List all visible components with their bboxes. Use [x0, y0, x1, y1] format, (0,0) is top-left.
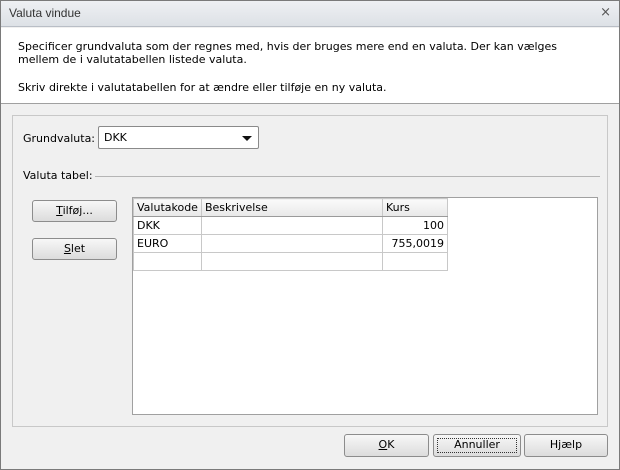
title-bar[interactable]: Valuta vindue ×: [1, 1, 619, 27]
currency-dialog: Valuta vindue × Specificer grundvaluta s…: [0, 0, 620, 470]
cell-code[interactable]: DKK: [133, 216, 202, 235]
content-panel: Grundvaluta: DKK Valuta tabel: Tilføj...…: [12, 115, 608, 427]
table-row[interactable]: EURO 755,0019: [133, 234, 448, 253]
info-text-line-2: mellem de i valutatabellen listede valut…: [18, 53, 247, 66]
cell-rate[interactable]: 755,0019: [381, 234, 448, 253]
cell-description[interactable]: [200, 216, 383, 235]
cell-code[interactable]: [133, 252, 202, 271]
info-panel: Specificer grundvaluta som der regnes me…: [1, 28, 619, 104]
base-currency-select[interactable]: DKK: [98, 126, 259, 149]
table-row[interactable]: DKK 100: [133, 216, 448, 235]
cell-description[interactable]: [200, 252, 383, 271]
base-currency-value: DKK: [104, 131, 127, 144]
help-button[interactable]: Hjælp: [524, 434, 608, 457]
grid-header-row: Valutakode Beskrivelse Kurs: [133, 198, 448, 217]
focus-rectangle: [437, 438, 517, 453]
column-header-rate[interactable]: Kurs: [381, 198, 448, 217]
currency-table: Valutakode Beskrivelse Kurs DKK 100 EURO: [133, 198, 448, 271]
cell-description[interactable]: [200, 234, 383, 253]
base-currency-label: Grundvaluta:: [23, 132, 96, 145]
delete-currency-button[interactable]: Slet: [32, 238, 117, 260]
column-header-description[interactable]: Beskrivelse: [200, 198, 383, 217]
window-title: Valuta vindue: [9, 6, 81, 20]
cell-rate[interactable]: [381, 252, 448, 271]
table-row-new[interactable]: [133, 252, 448, 271]
chevron-down-icon[interactable]: [242, 136, 252, 141]
close-icon[interactable]: ×: [600, 5, 611, 20]
column-header-code[interactable]: Valutakode: [133, 198, 202, 217]
ok-button[interactable]: OK: [344, 434, 429, 457]
add-currency-button[interactable]: Tilføj...: [32, 200, 117, 222]
info-text-line-1: Specificer grundvaluta som der regnes me…: [18, 40, 558, 53]
cancel-button[interactable]: Annuller: [433, 434, 521, 457]
info-text-line-3: Skriv direkte i valutatabellen for at æn…: [18, 81, 387, 94]
currency-grid[interactable]: Valutakode Beskrivelse Kurs DKK 100 EURO: [132, 197, 598, 415]
currency-table-label: Valuta tabel:: [23, 169, 93, 182]
cell-code[interactable]: EURO: [133, 234, 202, 253]
group-divider: [95, 176, 600, 177]
cell-rate[interactable]: 100: [381, 216, 448, 235]
